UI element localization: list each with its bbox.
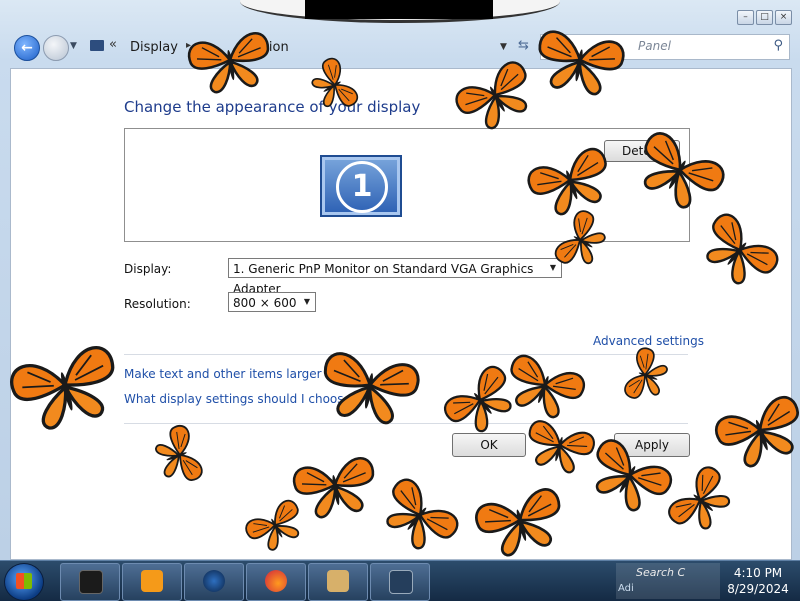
page-title: Change the appearance of your display <box>124 98 421 116</box>
resolution-label: Resolution: <box>124 297 191 311</box>
taskbar: Search C Adi 4:10 PM 8/29/2024 <box>0 560 800 601</box>
control-panel-icon <box>90 40 104 51</box>
display-select[interactable]: 1. Generic PnP Monitor on Standard VGA G… <box>228 258 562 296</box>
chevron-down-icon: ▼ <box>549 263 557 272</box>
tray-search-text[interactable]: Search C <box>636 566 685 579</box>
divider <box>124 354 688 355</box>
minimize-button[interactable]: – <box>737 10 754 25</box>
window-controls: – □ × <box>737 10 792 25</box>
overflow-chevron-icon[interactable]: « <box>109 37 117 52</box>
firefox-icon <box>265 570 287 592</box>
taskbar-item-firefox[interactable] <box>246 563 306 601</box>
breadcrumb-screen-resolution[interactable]: olution <box>244 40 289 55</box>
divider <box>124 423 688 424</box>
resolution-select[interactable]: 800 × 600 ▼ <box>228 292 316 312</box>
monitor-number: 1 <box>336 161 388 213</box>
media-player-icon <box>141 570 163 592</box>
display-select-value: 1. Generic PnP Monitor on Standard VGA G… <box>233 262 534 296</box>
close-button[interactable]: × <box>775 10 792 25</box>
chevron-down-icon: ▼ <box>303 297 311 306</box>
monitor-1-icon[interactable]: 1 <box>320 155 402 217</box>
maximize-button[interactable]: □ <box>756 10 773 25</box>
address-bar[interactable]: « Display ▸ olution ▼ <box>84 34 514 60</box>
terminal-icon <box>79 570 103 594</box>
search-input[interactable]: Panel ⚲ <box>540 34 790 60</box>
paint-icon <box>327 570 349 592</box>
screen-capture-icon <box>389 570 413 594</box>
search-icon[interactable]: ⚲ <box>773 38 783 53</box>
back-button[interactable]: ← <box>14 35 40 61</box>
taskbar-item-globe[interactable] <box>184 563 244 601</box>
display-preview-area: 1 Detect <box>124 128 690 242</box>
taskbar-item-paint[interactable] <box>308 563 368 601</box>
ok-button[interactable]: OK <box>452 433 526 457</box>
detect-button[interactable]: Detect <box>604 140 680 162</box>
taskbar-item-screen-capture[interactable] <box>370 563 430 601</box>
clock-date: 8/29/2024 <box>727 582 789 596</box>
globe-icon <box>203 570 225 592</box>
refresh-icon[interactable]: ⇆ <box>518 38 529 53</box>
windows-logo-icon <box>16 573 32 589</box>
taskbar-item-media-player[interactable] <box>122 563 182 601</box>
clock[interactable]: 4:10 PM 8/29/2024 <box>720 565 796 597</box>
resolution-select-value: 800 × 600 <box>233 296 297 310</box>
display-help-link[interactable]: What display settings should I choose? <box>124 392 357 406</box>
forward-button[interactable] <box>43 35 69 61</box>
start-button[interactable] <box>4 563 44 601</box>
history-dropdown-icon[interactable]: ▼ <box>70 41 77 51</box>
advanced-settings-link[interactable]: Advanced settings <box>593 334 704 348</box>
address-dropdown-icon[interactable]: ▼ <box>500 42 507 52</box>
search-placeholder: Panel <box>638 39 671 53</box>
tray-app-label[interactable]: Adi <box>618 583 634 594</box>
breadcrumb-display[interactable]: Display <box>130 40 178 55</box>
breadcrumb-separator-icon[interactable]: ▸ <box>186 40 191 51</box>
system-tray: Search C Adi <box>616 563 720 599</box>
main-content: Change the appearance of your display 1 … <box>10 68 792 560</box>
navigation-bar: ← ▼ « Display ▸ olution ▼ ⇆ Panel ⚲ <box>0 30 800 66</box>
apply-button[interactable]: Apply <box>614 433 690 457</box>
clock-time: 4:10 PM <box>733 566 783 580</box>
text-size-link[interactable]: Make text and other items larger or sm <box>124 367 359 381</box>
redacted-bar <box>305 0 493 19</box>
display-label: Display: <box>124 262 172 276</box>
taskbar-item-terminal[interactable] <box>60 563 120 601</box>
